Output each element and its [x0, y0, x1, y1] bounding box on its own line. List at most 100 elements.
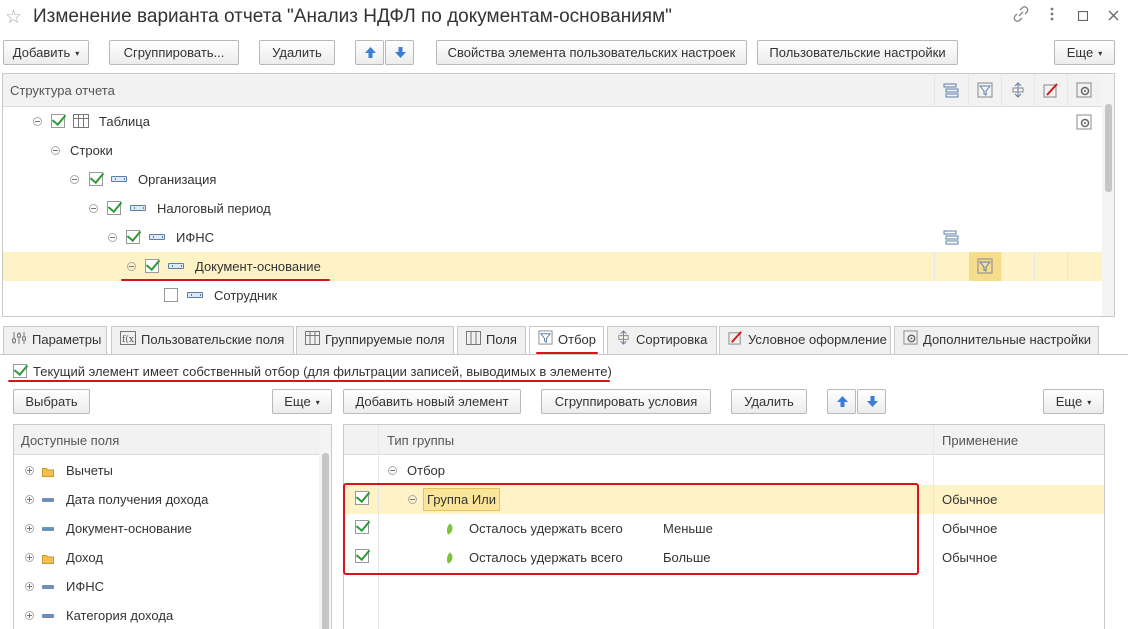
more-button[interactable]: Еще ▾ — [1054, 40, 1115, 65]
available-fields-header: Доступные поля — [14, 425, 331, 455]
parameters-icon — [12, 328, 27, 354]
folder-icon — [42, 552, 54, 567]
arrow-up-icon — [837, 396, 848, 407]
structure-row-tax-period[interactable]: Налоговый период — [3, 194, 1102, 223]
active-filter-cell[interactable] — [969, 252, 1001, 281]
settings-icon[interactable] — [1076, 114, 1092, 133]
structure-row-organization[interactable]: Организация — [3, 165, 1102, 194]
structure-label-rows: Строки — [70, 143, 113, 158]
tab-fields[interactable]: Поля — [457, 326, 526, 354]
close-icon[interactable] — [1102, 6, 1124, 28]
available-field-row[interactable]: Категория дохода — [14, 601, 319, 629]
tab-user-fields[interactable]: f(x) Пользовательские поля — [111, 326, 294, 354]
collapse-icon[interactable] — [70, 175, 79, 184]
filter-move-down-button[interactable] — [857, 389, 886, 414]
available-field-row[interactable]: Вычеты — [14, 456, 319, 485]
element-properties-button[interactable]: Свойства элемента пользовательских настр… — [436, 40, 747, 65]
field-group-icon — [111, 176, 127, 182]
filter-delete-button[interactable]: Удалить — [731, 389, 807, 414]
tabs-baseline — [0, 354, 1128, 355]
conditional-format-icon — [728, 328, 743, 354]
available-field-row[interactable]: ИФНС — [14, 572, 319, 601]
group-button[interactable]: Сгруппировать... — [109, 40, 239, 65]
tab-parameters[interactable]: Параметры — [3, 326, 107, 354]
own-filter-label[interactable]: Текущий элемент имеет собственный отбор … — [33, 364, 612, 379]
structure-row-employee[interactable]: Сотрудник — [3, 281, 1102, 310]
expand-icon[interactable] — [25, 524, 34, 533]
tab-filter[interactable]: Отбор — [529, 326, 604, 355]
tab-additional-settings[interactable]: Дополнительные настройки — [894, 326, 1099, 354]
tab-conditional-formatting[interactable]: Условное оформление — [719, 326, 891, 354]
groupable-fields-icon — [305, 328, 320, 354]
add-button[interactable]: Добавить ▾ — [3, 40, 89, 65]
grouping-column-icon[interactable] — [943, 82, 959, 101]
expand-icon[interactable] — [25, 553, 34, 562]
field-group-icon — [168, 263, 184, 269]
window-title: Изменение варианта отчета "Анализ НДФЛ п… — [33, 6, 672, 27]
table-checkbox[interactable] — [51, 114, 65, 128]
tab-groupable-fields[interactable]: Группируемые поля — [296, 326, 454, 354]
group-type-header: Тип группы — [387, 433, 455, 448]
available-field-row[interactable]: Документ-основание — [14, 514, 319, 543]
expand-icon[interactable] — [25, 582, 34, 591]
conditional-format-column-icon[interactable] — [1043, 82, 1059, 101]
structure-label-document-basis: Документ-основание — [195, 259, 321, 274]
expand-icon[interactable] — [25, 495, 34, 504]
order-column-icon[interactable] — [1010, 82, 1026, 101]
add-new-element-button[interactable]: Добавить новый элемент — [343, 389, 521, 414]
ifns-checkbox[interactable] — [126, 230, 140, 244]
collapse-icon[interactable] — [127, 262, 136, 271]
highlight-box — [343, 483, 919, 575]
collapse-icon[interactable] — [89, 204, 98, 213]
own-filter-checkbox[interactable] — [13, 364, 27, 378]
tax-period-checkbox[interactable] — [107, 201, 121, 215]
structure-row-document-basis[interactable]: Документ-основание — [3, 252, 1102, 281]
user-settings-button[interactable]: Пользовательские настройки — [757, 40, 958, 65]
filter-root-label: Отбор — [407, 463, 445, 478]
highlight-underline — [121, 279, 330, 281]
scrollbar-thumb[interactable] — [1105, 104, 1112, 192]
organization-checkbox[interactable] — [89, 172, 103, 186]
structure-row-rows[interactable]: Строки — [3, 136, 1102, 165]
grouping-icon[interactable] — [943, 229, 959, 248]
field-icon — [42, 614, 54, 618]
scrollbar-thumb[interactable] — [322, 453, 329, 629]
collapse-icon[interactable] — [388, 466, 397, 475]
settings-column-icon[interactable] — [1076, 82, 1092, 101]
document-basis-checkbox[interactable] — [145, 259, 159, 273]
field-group-icon — [187, 292, 203, 298]
link-icon[interactable] — [1010, 6, 1032, 28]
filter-column-icon[interactable] — [977, 82, 993, 101]
structure-scrollbar[interactable] — [1102, 74, 1114, 316]
collapse-icon[interactable] — [108, 233, 117, 242]
user-fields-icon: f(x) — [120, 328, 137, 354]
right-more-button[interactable]: Еще ▾ — [1043, 389, 1104, 414]
move-up-button[interactable] — [355, 40, 384, 65]
favorite-star-icon[interactable]: ☆ — [5, 6, 22, 29]
structure-row-table[interactable]: Таблица — [3, 107, 1102, 136]
employee-checkbox[interactable] — [164, 288, 178, 302]
delete-button[interactable]: Удалить — [259, 40, 335, 65]
field-icon — [42, 527, 54, 531]
tab-sorting[interactable]: Сортировка — [607, 326, 717, 354]
arrow-down-icon — [395, 47, 406, 58]
collapse-icon[interactable] — [33, 117, 42, 126]
select-button[interactable]: Выбрать — [13, 389, 90, 414]
left-more-button[interactable]: Еще ▾ — [272, 389, 332, 414]
own-filter-underline — [8, 380, 610, 382]
available-fields-scrollbar[interactable] — [319, 425, 331, 629]
collapse-icon[interactable] — [51, 146, 60, 155]
expand-icon[interactable] — [25, 466, 34, 475]
more-menu-icon[interactable] — [1041, 6, 1063, 28]
group-conditions-button[interactable]: Сгруппировать условия — [541, 389, 711, 414]
available-field-row[interactable]: Дата получения дохода — [14, 485, 319, 514]
filter-move-up-button[interactable] — [827, 389, 856, 414]
field-icon — [42, 498, 54, 502]
available-field-row[interactable]: Доход — [14, 543, 319, 572]
filter-root-row[interactable]: Отбор — [344, 456, 1104, 485]
move-down-button[interactable] — [385, 40, 414, 65]
structure-row-ifns[interactable]: ИФНС — [3, 223, 1102, 252]
maximize-icon[interactable] — [1072, 6, 1094, 28]
expand-icon[interactable] — [25, 611, 34, 620]
structure-header: Структура отчета — [3, 74, 1102, 107]
